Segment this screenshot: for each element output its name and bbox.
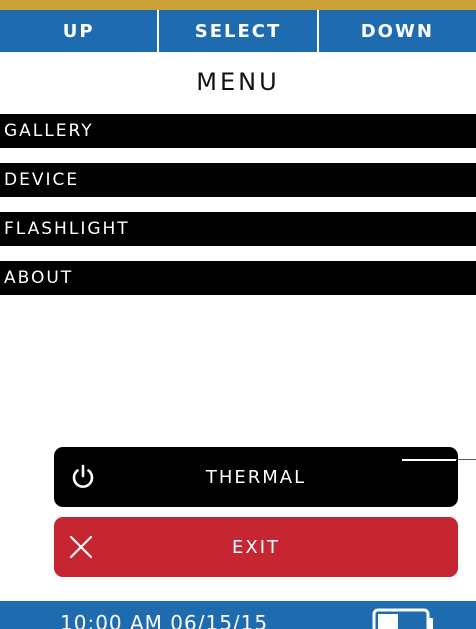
pointer-line — [402, 459, 456, 461]
pointer-line-outer — [456, 459, 476, 460]
status-bar: 10:00 AM 06/15/15 — [0, 601, 476, 629]
down-button[interactable]: DOWN — [319, 10, 476, 52]
select-button[interactable]: SELECT — [159, 10, 319, 52]
device-screen: UP SELECT DOWN MENU GALLERY DEVICE FLASH… — [0, 0, 476, 629]
up-button[interactable]: UP — [0, 10, 160, 52]
thermal-button[interactable]: THERMAL — [54, 447, 458, 507]
exit-label: EXIT — [231, 536, 280, 558]
status-datetime: 10:00 AM 06/15/15 — [60, 611, 269, 629]
menu-list: GALLERY DEVICE FLASHLIGHT ABOUT — [0, 114, 476, 310]
menu-item-device[interactable]: DEVICE — [0, 163, 476, 197]
menu-item-gallery[interactable]: GALLERY — [0, 114, 476, 148]
navigation-bar: UP SELECT DOWN — [0, 10, 476, 52]
menu-item-about[interactable]: ABOUT — [0, 261, 476, 295]
exit-button[interactable]: EXIT — [54, 517, 458, 577]
menu-title: MENU — [196, 68, 280, 96]
battery-icon — [372, 608, 433, 629]
thermal-label: THERMAL — [205, 466, 307, 488]
menu-item-flashlight[interactable]: FLASHLIGHT — [0, 212, 476, 246]
top-edge-strip — [0, 0, 476, 10]
